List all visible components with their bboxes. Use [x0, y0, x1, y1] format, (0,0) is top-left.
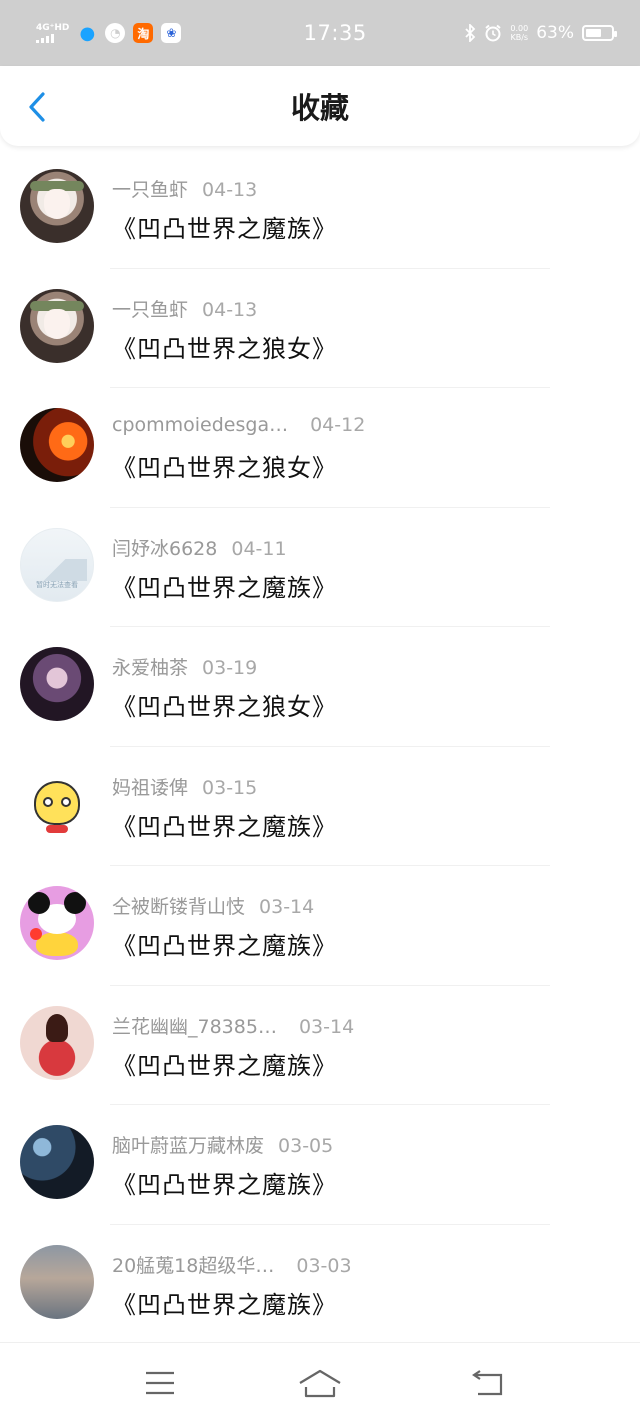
avatar[interactable]	[20, 288, 94, 363]
network-indicator: 4G⁺HD	[36, 23, 69, 43]
favorites-list: 一只鱼虾 04-13 《凹凸世界之魔族》 一只鱼虾 04-13 《凹凸世界之狼女》 …	[0, 149, 640, 1344]
page-header: 收藏	[0, 66, 640, 146]
avatar[interactable]	[20, 1005, 94, 1080]
post-date: 03-15	[202, 776, 258, 799]
favorite-title[interactable]: 《凹凸世界之魔族》	[112, 209, 337, 244]
favorite-title[interactable]: 《凹凸世界之狼女》	[112, 448, 365, 483]
battery-percent: 63%	[536, 23, 574, 43]
post-date: 03-19	[202, 657, 258, 679]
avatar[interactable]	[20, 1125, 94, 1199]
favorite-title[interactable]: 《凹凸世界之魔族》	[112, 568, 337, 603]
taobao-icon: 淘	[133, 23, 154, 43]
post-date: 03-14	[298, 1015, 355, 1038]
favorite-title[interactable]: 《凹凸世界之魔族》	[112, 1046, 354, 1081]
status-bar: 4G⁺HD ● ◔ 淘 ❀ 17:35 0.00 KB/s 63%	[0, 0, 640, 66]
list-item[interactable]: 暂时无法查看 闫妤冰6628 04-11 《凹凸世界之魔族》	[0, 508, 640, 628]
list-item[interactable]: 一只鱼虾 04-13 《凹凸世界之魔族》	[0, 149, 640, 269]
favorite-title[interactable]: 《凹凸世界之狼女》	[112, 329, 337, 364]
back-nav-button[interactable]	[466, 1365, 510, 1401]
list-item[interactable]: 永爱柚茶 03-19 《凹凸世界之狼女》	[0, 627, 640, 747]
clock: 17:35	[303, 21, 367, 45]
user-name[interactable]: 20艋蒐18超级华…	[112, 1255, 274, 1277]
avatar[interactable]	[20, 408, 94, 482]
user-name[interactable]: 一只鱼虾	[112, 299, 188, 321]
signal-icon	[36, 33, 54, 43]
post-date: 03-03	[296, 1254, 352, 1277]
favorite-title[interactable]: 《凹凸世界之魔族》	[112, 1285, 352, 1320]
favorite-title[interactable]: 《凹凸世界之魔族》	[112, 926, 337, 961]
avatar[interactable]	[20, 1244, 94, 1319]
post-date: 03-14	[259, 896, 315, 918]
qq-icon: ●	[79, 22, 96, 44]
avatar[interactable]	[20, 169, 94, 243]
back-button[interactable]	[20, 90, 54, 124]
user-name[interactable]: 一只鱼虾	[112, 179, 188, 201]
home-button[interactable]	[298, 1365, 342, 1401]
list-item[interactable]: 一只鱼虾 04-13 《凹凸世界之狼女》	[0, 269, 640, 389]
list-item[interactable]: 脑叶蔚蓝万藏林废 03-05 《凹凸世界之魔族》	[0, 1105, 640, 1225]
network-label: 4G⁺HD	[36, 23, 70, 33]
system-nav-bar	[0, 1342, 640, 1422]
chevron-left-icon	[29, 92, 45, 122]
alarm-icon	[485, 24, 502, 42]
menu-button[interactable]	[138, 1365, 182, 1401]
net-speed-unit: KB/s	[510, 33, 529, 42]
list-item[interactable]: cpommoiedesga… 04-12 《凹凸世界之狼女》	[0, 388, 640, 508]
user-name[interactable]: cpommoiedesga…	[112, 414, 288, 436]
favorite-title[interactable]: 《凹凸世界之魔族》	[112, 807, 337, 842]
avatar[interactable]: 暂时无法查看	[20, 527, 94, 602]
avatar[interactable]	[20, 766, 94, 841]
user-name[interactable]: 永爱柚茶	[112, 657, 188, 679]
bluetooth-icon	[465, 24, 476, 42]
net-speed: 0.00 KB/s	[510, 24, 528, 42]
list-item[interactable]: 20艋蒐18超级华… 03-03 《凹凸世界之魔族》	[0, 1225, 640, 1345]
user-name[interactable]: 兰花幽幽_78385…	[112, 1016, 277, 1038]
favorite-title[interactable]: 《凹凸世界之狼女》	[112, 687, 337, 722]
speed-test-icon: ◔	[105, 23, 126, 43]
post-date: 04-11	[231, 537, 287, 560]
back-icon	[472, 1370, 503, 1396]
list-item[interactable]: 妈祖诿俾 03-15 《凹凸世界之魔族》	[0, 747, 640, 867]
page-title: 收藏	[290, 91, 349, 125]
user-name[interactable]: 妈祖诿俾	[112, 777, 188, 799]
list-item[interactable]: 仝被断镂背山忮 03-14 《凹凸世界之魔族》	[0, 866, 640, 986]
post-date: 04-13	[202, 298, 258, 321]
home-icon	[299, 1369, 341, 1398]
avatar[interactable]	[20, 886, 94, 960]
status-bar-right: 0.00 KB/s 63%	[464, 23, 617, 43]
user-name[interactable]: 脑叶蔚蓝万藏林废	[112, 1135, 264, 1157]
avatar-caption: 暂时无法查看	[36, 580, 78, 589]
avatar[interactable]	[20, 647, 94, 721]
net-speed-value: 0.00	[510, 24, 529, 33]
battery-icon	[582, 25, 617, 41]
user-name[interactable]: 闫妤冰6628	[112, 538, 217, 560]
list-item[interactable]: 兰花幽幽_78385… 03-14 《凹凸世界之魔族》	[0, 986, 640, 1106]
baidu-icon: ❀	[161, 23, 182, 43]
post-date: 04-12	[310, 414, 366, 436]
post-date: 04-13	[202, 179, 258, 201]
favorite-title[interactable]: 《凹凸世界之魔族》	[112, 1165, 337, 1200]
user-name[interactable]: 仝被断镂背山忮	[112, 896, 245, 918]
post-date: 03-05	[278, 1135, 334, 1157]
menu-icon	[146, 1371, 174, 1395]
battery-fill	[586, 29, 602, 37]
